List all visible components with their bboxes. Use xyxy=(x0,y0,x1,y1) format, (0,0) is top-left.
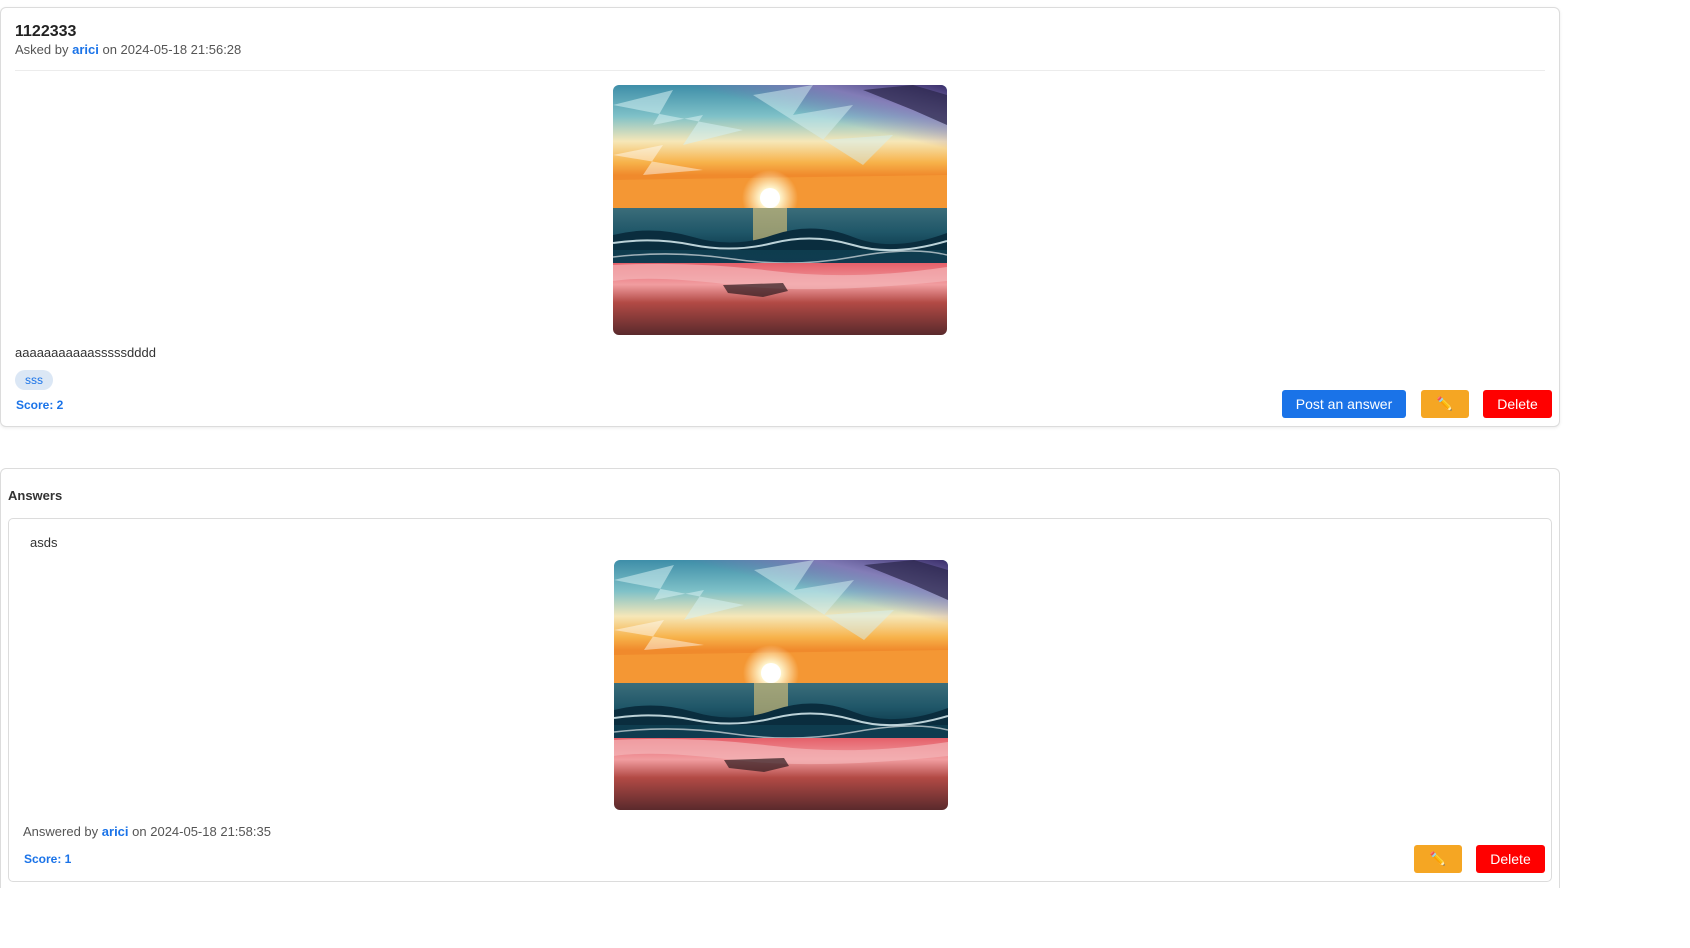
answer-item: asds Answered by arici on 2024-05-18 21:… xyxy=(8,518,1552,882)
answer-score: Score: 1 xyxy=(24,852,72,866)
answers-heading: Answers xyxy=(8,488,63,503)
answer-date: on 2024-05-18 21:58:35 xyxy=(132,824,271,839)
answer-image xyxy=(614,560,948,810)
question-title: 1122333 xyxy=(15,23,77,40)
question-divider xyxy=(15,70,1545,71)
question-meta: Asked by arici on 2024-05-18 21:56:28 xyxy=(15,42,241,57)
pencil-icon: ✏️ xyxy=(1429,851,1447,866)
edit-answer-button[interactable]: ✏️ xyxy=(1414,845,1462,873)
question-image xyxy=(613,85,947,335)
question-body: aaaaaaaaaaasssssdddd xyxy=(15,345,156,360)
delete-answer-button[interactable]: Delete xyxy=(1476,845,1545,873)
answer-body: asds xyxy=(30,535,58,550)
question-date: on 2024-05-18 21:56:28 xyxy=(102,42,242,57)
tag-sss[interactable]: sss xyxy=(15,370,53,390)
answer-author-link[interactable]: arici xyxy=(102,824,129,839)
question-card: 1122333 Asked by arici on 2024-05-18 21:… xyxy=(0,7,1560,427)
edit-question-button[interactable]: ✏️ xyxy=(1421,390,1469,418)
post-answer-button[interactable]: Post an answer xyxy=(1282,390,1406,418)
answer-meta: Answered by arici on 2024-05-18 21:58:35 xyxy=(23,824,271,839)
answered-by-label: Answered by xyxy=(23,824,99,839)
question-author-link[interactable]: arici xyxy=(72,42,99,57)
pencil-icon: ✏️ xyxy=(1436,396,1454,411)
answers-section: Answers asds Answered by arici on 2024-0… xyxy=(0,468,1560,888)
question-score: Score: 2 xyxy=(16,398,64,412)
delete-question-button[interactable]: Delete xyxy=(1483,390,1552,418)
asked-by-label: Asked by xyxy=(15,42,69,57)
